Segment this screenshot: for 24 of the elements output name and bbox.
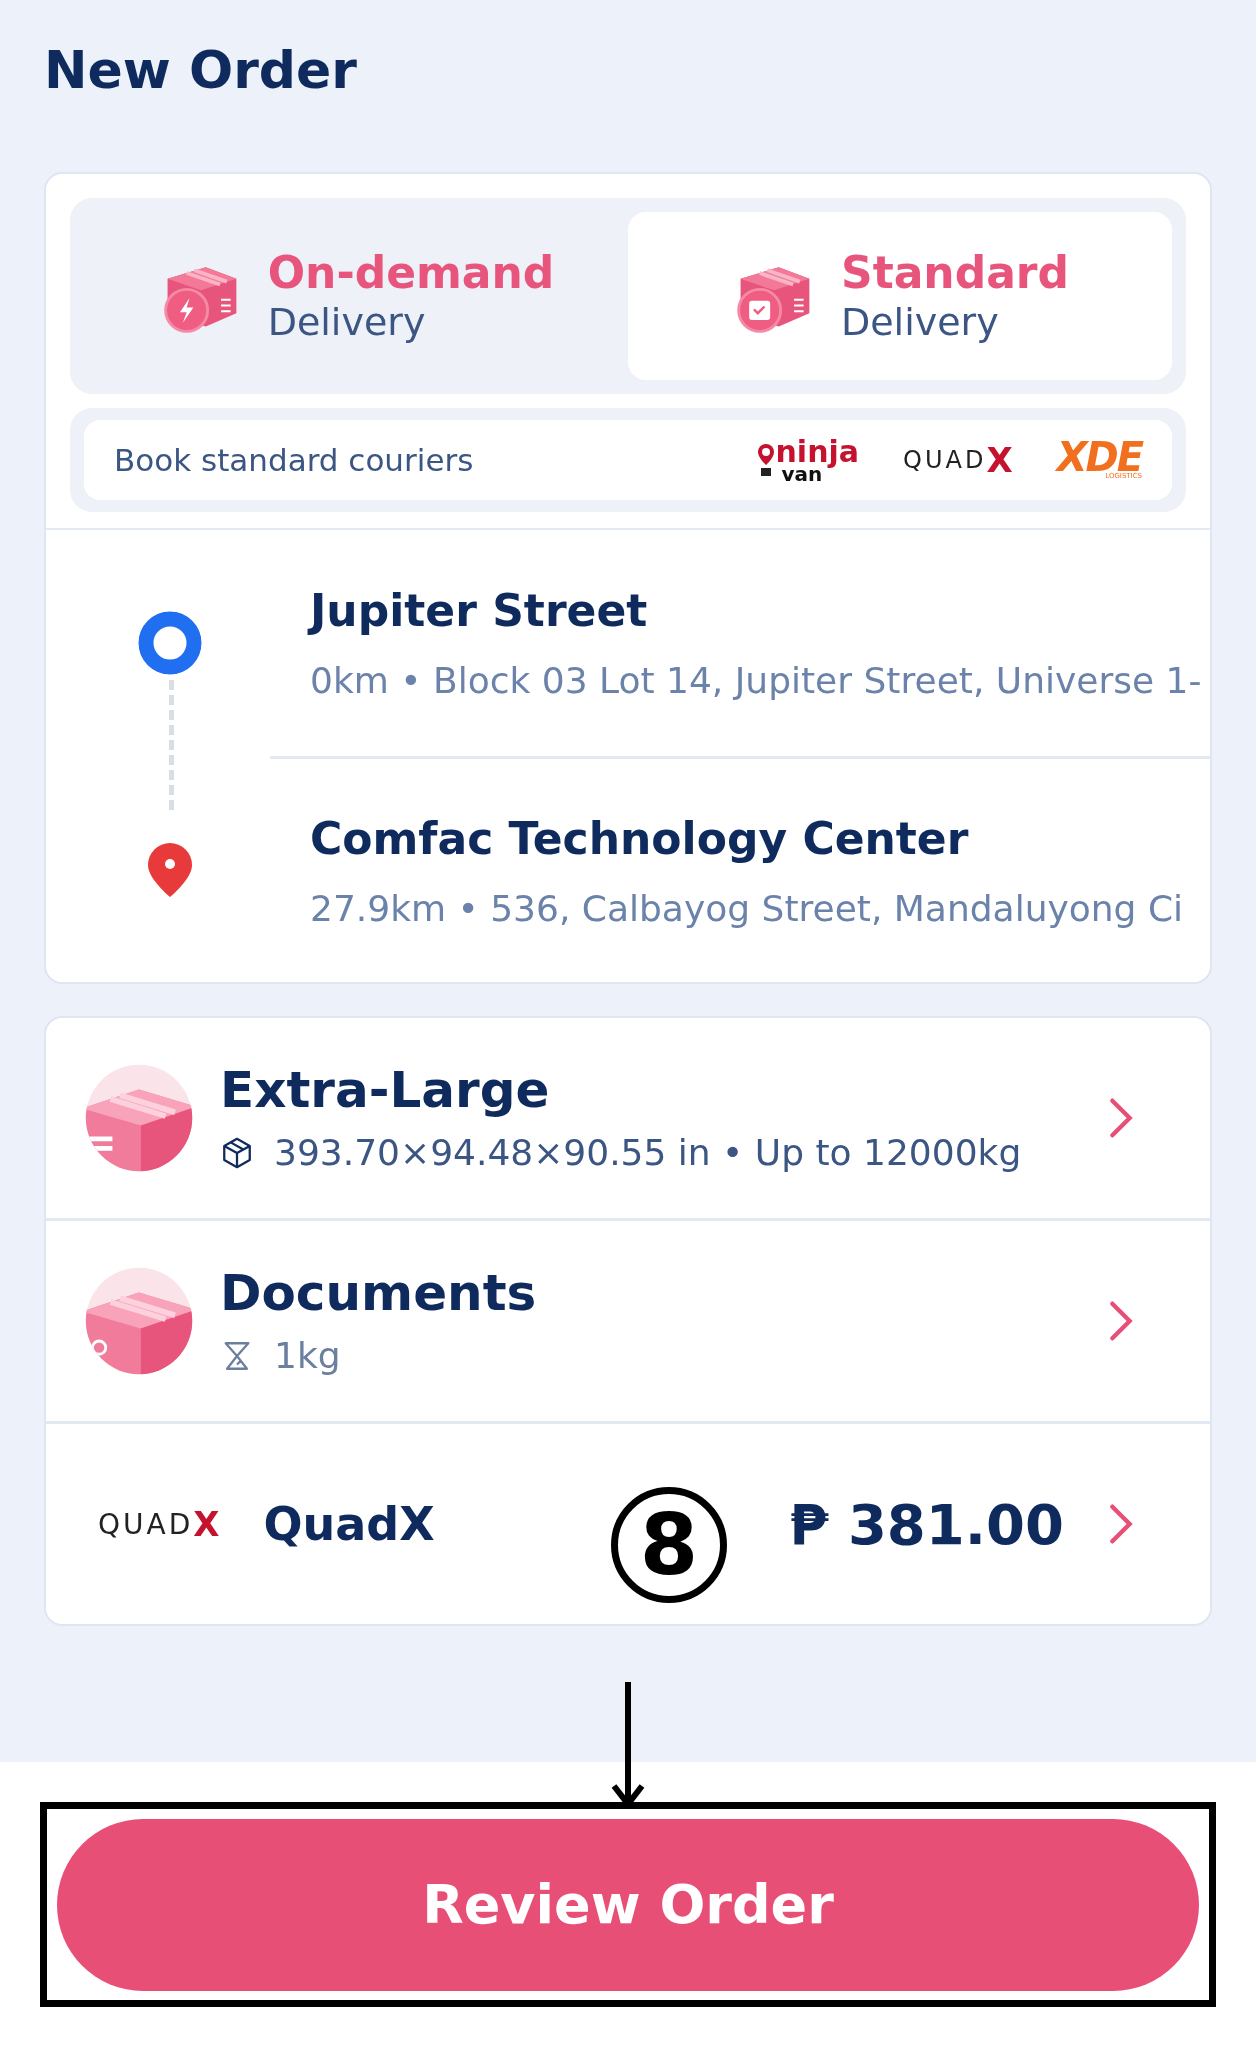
address-row[interactable]: Jupiter Street 0km • Block 03 Lot 14, Jupiter Street, Universe 1- <box>46 530 1210 756</box>
address-row[interactable]: Comfac Technology Center 27.9km • 536, Calbayog Street, Mandaluyong Ci <box>46 756 1210 982</box>
address-name: Comfac Technology Center <box>310 812 970 864</box>
package-name: Documents <box>220 1266 538 1321</box>
address-detail: 27.9km • 536, Calbayog Street, Mandaluyong Ci <box>310 887 1185 929</box>
package-detail: 1kg <box>274 1335 341 1376</box>
address-detail: 0km • Block 03 Lot 14, Jupiter Street, Universe 1- <box>310 660 1203 701</box>
package-row[interactable]: Documents 1kg <box>46 1218 1210 1421</box>
package-name: Extra-Large <box>220 1063 551 1118</box>
step-number: 8 <box>611 1487 727 1603</box>
price: ₱ 381.00 <box>789 1491 1064 1557</box>
package-row[interactable]: Extra-Large 393.70×94.48×90.55 in • Up to 12000kg <box>46 1018 1210 1218</box>
banner-text: Book standard couriers <box>114 442 474 478</box>
courier-logo: QUADX <box>98 1504 220 1544</box>
delivery-tab[interactable]: Standard Delivery <box>628 212 1172 380</box>
courier-row[interactable]: QUADX QuadX 8 ₱ 381.00 <box>46 1421 1210 1624</box>
courier-name: QuadX <box>263 1497 435 1551</box>
cube-icon <box>220 1135 254 1170</box>
review-order-button[interactable]: Review Order <box>57 1818 1199 1991</box>
page-title: New Order <box>44 39 358 102</box>
courier-logo: ninja van <box>755 437 860 483</box>
delivery-tab[interactable]: On-demand Delivery <box>84 212 628 380</box>
courier-logo: QUAD X <box>903 440 1013 480</box>
package-detail: 393.70×94.48×90.55 in • Up to 12000kg <box>274 1132 1022 1173</box>
